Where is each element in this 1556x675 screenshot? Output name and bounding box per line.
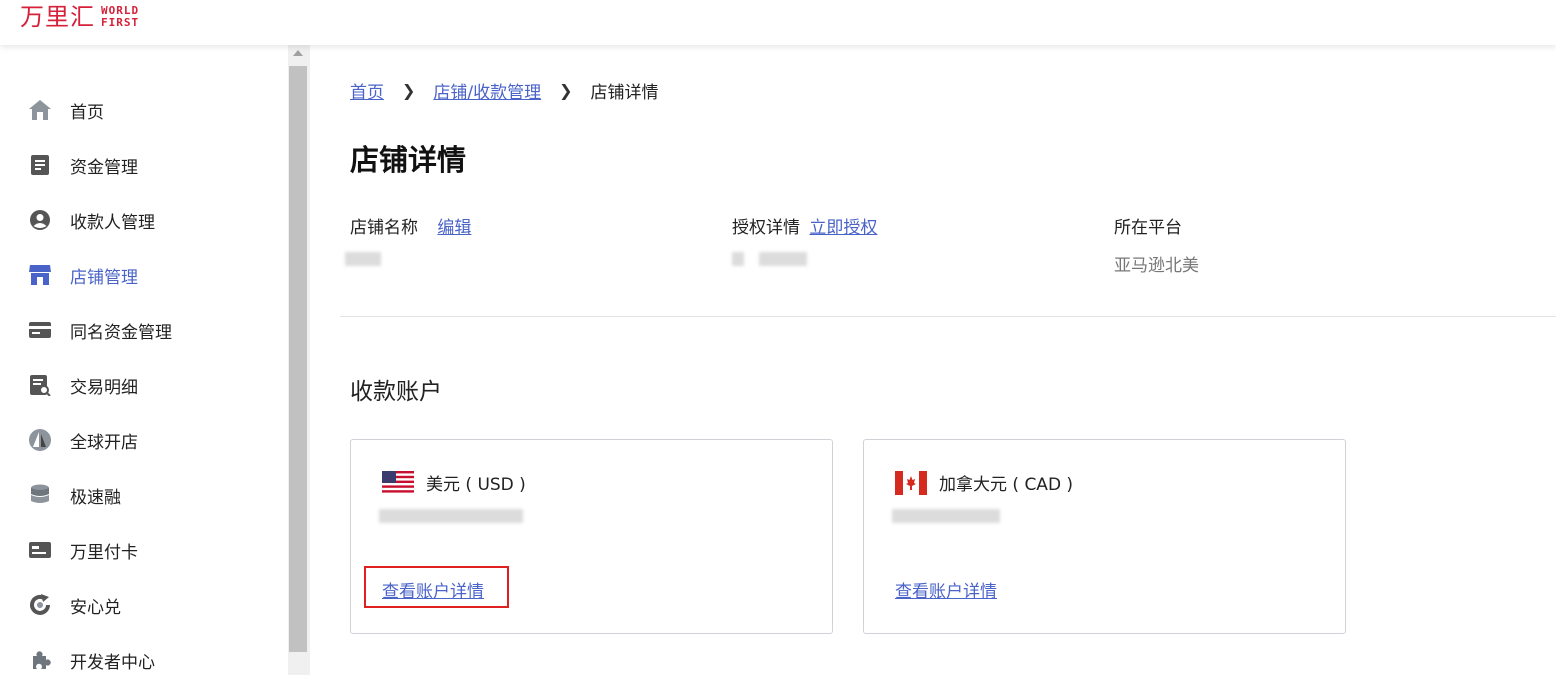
sidebar-item-label: 店铺管理	[70, 267, 138, 288]
credit-card-icon	[28, 538, 52, 562]
platform-value: 亚马逊北美	[1114, 256, 1199, 276]
usd-account-card: 美元 ( USD ) 查看账户详情	[350, 439, 833, 634]
section-divider	[340, 316, 1556, 317]
sidebar-item-label: 首页	[70, 102, 104, 123]
chevron-right-icon: ❯	[559, 81, 573, 100]
store-name-label: 店铺名称	[350, 218, 418, 238]
currency-name: 加拿大元 ( CAD )	[939, 475, 1074, 495]
logo-en-text: WORLD FIRST	[101, 5, 139, 29]
edit-store-name-link[interactable]: 编辑	[437, 218, 471, 238]
sail-icon	[28, 428, 52, 452]
coins-icon	[28, 483, 52, 507]
auth-details-field: 授权详情 立即授权	[732, 213, 877, 266]
card-icon	[28, 318, 52, 342]
sidebar-item-payees[interactable]: 收款人管理	[28, 205, 155, 235]
person-icon	[28, 208, 52, 232]
sidebar-item-label: 同名资金管理	[70, 322, 172, 343]
store-icon	[28, 263, 52, 287]
account-number-redacted	[892, 508, 1000, 527]
sidebar: 首页 资金管理 收款人管理 店铺管理 同名资金管理 交易明细 全球开店 极速融 …	[0, 45, 288, 675]
breadcrumb-home-link[interactable]: 首页	[350, 78, 384, 103]
view-usd-account-details-link[interactable]: 查看账户详情	[382, 577, 484, 602]
store-name-field: 店铺名称 编辑	[345, 213, 471, 266]
currency-name: 美元 ( USD )	[426, 475, 526, 495]
sidebar-item-label: 万里付卡	[70, 542, 138, 563]
ca-flag-icon	[895, 470, 927, 495]
cad-account-card: 加拿大元 ( CAD ) 查看账户详情	[863, 439, 1346, 634]
sidebar-item-label: 收款人管理	[70, 212, 155, 233]
exchange-icon	[28, 593, 52, 617]
view-cad-account-details-link[interactable]: 查看账户详情	[895, 577, 997, 602]
breadcrumb: 首页 ❯ 店铺/收款管理 ❯ 店铺详情	[350, 78, 659, 103]
puzzle-icon	[28, 648, 52, 672]
sidebar-item-wf-card[interactable]: 万里付卡	[28, 535, 138, 565]
sidebar-item-stores[interactable]: 店铺管理	[28, 260, 138, 290]
worldfirst-logo[interactable]: 万里汇 WORLD FIRST	[20, 2, 139, 32]
breadcrumb-stores-link[interactable]: 店铺/收款管理	[433, 78, 541, 103]
redacted-block	[759, 252, 808, 266]
sidebar-item-developer[interactable]: 开发者中心	[28, 645, 155, 675]
sidebar-item-global-store[interactable]: 全球开店	[28, 425, 138, 455]
main-content: 首页 ❯ 店铺/收款管理 ❯ 店铺详情 店铺详情 店铺名称 编辑 授权详情 立即…	[310, 45, 1556, 675]
redacted-block	[345, 252, 381, 266]
sidebar-scrollbar-thumb[interactable]	[289, 66, 307, 652]
sidebar-item-funds[interactable]: 资金管理	[28, 150, 138, 180]
store-name-value-redacted	[345, 251, 381, 271]
sidebar-item-home[interactable]: 首页	[28, 95, 104, 125]
page-title: 店铺详情	[350, 143, 467, 177]
redacted-block	[892, 509, 1000, 523]
receipt-search-icon	[28, 373, 52, 397]
account-number-redacted	[379, 508, 523, 527]
sidebar-item-label: 开发者中心	[70, 652, 155, 673]
sidebar-item-quick-finance[interactable]: 极速融	[28, 480, 121, 510]
platform-label: 所在平台	[1114, 218, 1182, 238]
sidebar-item-label: 交易明细	[70, 377, 138, 398]
auth-value-redacted	[732, 251, 808, 271]
sidebar-item-label: 极速融	[70, 487, 121, 508]
scroll-up-arrow-icon[interactable]	[293, 50, 303, 56]
sidebar-item-label: 资金管理	[70, 157, 138, 178]
sidebar-item-transactions[interactable]: 交易明细	[28, 370, 138, 400]
authorize-now-link[interactable]: 立即授权	[809, 218, 877, 238]
logo-cn-text: 万里汇	[20, 3, 95, 31]
home-icon	[28, 98, 52, 122]
breadcrumb-current: 店铺详情	[590, 83, 659, 103]
redacted-block	[379, 509, 523, 523]
sidebar-item-same-name-funds[interactable]: 同名资金管理	[28, 315, 172, 345]
chevron-right-icon: ❯	[402, 81, 416, 100]
sidebar-item-fx-lock[interactable]: 安心兑	[28, 590, 121, 620]
document-icon	[28, 153, 52, 177]
us-flag-icon	[382, 470, 414, 495]
sidebar-item-label: 全球开店	[70, 432, 138, 453]
platform-field: 所在平台 亚马逊北美	[1114, 213, 1199, 276]
currency-header: 加拿大元 ( CAD )	[895, 470, 1073, 495]
redacted-block	[732, 252, 744, 266]
currency-header: 美元 ( USD )	[382, 470, 526, 495]
auth-details-label: 授权详情	[732, 218, 800, 238]
sidebar-item-label: 安心兑	[70, 597, 121, 618]
logo-en-line2: FIRST	[101, 16, 140, 29]
accounts-section-title: 收款账户	[350, 379, 442, 405]
top-bar: 万里汇 WORLD FIRST	[0, 0, 1556, 45]
